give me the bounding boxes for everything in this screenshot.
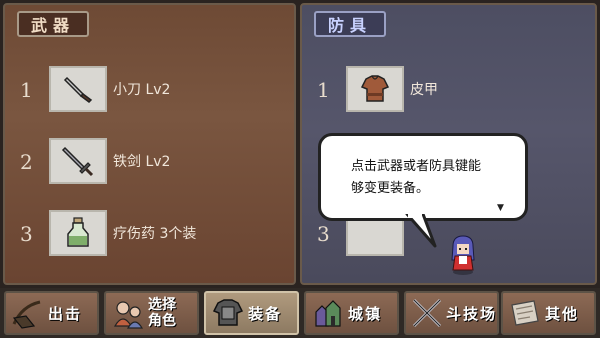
nav-attack-button[interactable]: 出击 — [4, 291, 99, 335]
sortie-icon — [8, 293, 48, 333]
crossed-swords-icon — [408, 293, 446, 333]
armor-tab[interactable]: 防具 — [314, 11, 387, 37]
nav-label: 其他 — [545, 304, 580, 323]
weapon-name: 小刀 Lv2 — [113, 82, 171, 98]
potion-icon — [67, 217, 89, 247]
nav-label: 装备 — [248, 304, 283, 323]
nav-label-line-1: 选择 — [148, 297, 176, 313]
more-indicator-icon: ▼ — [497, 203, 504, 213]
nav-arena-button[interactable]: 斗技场 — [404, 291, 499, 335]
weapon-row-1[interactable]: 1 小刀 Lv2 — [5, 66, 294, 114]
weapon-slot-2[interactable] — [49, 138, 107, 184]
slot-number: 1 — [317, 78, 330, 102]
armor-row-1[interactable]: 1 皮甲 — [302, 66, 595, 114]
weapon-name: 铁剑 Lv2 — [113, 154, 171, 170]
dialog-line-2: 够变更装备。 — [351, 181, 430, 196]
character-sprite — [451, 235, 475, 275]
slot-number: 1 — [20, 78, 33, 102]
town-icon — [308, 293, 348, 333]
armor-name: 皮甲 — [410, 82, 438, 98]
nav-label: 斗技场 — [445, 304, 497, 323]
slot-number: 3 — [20, 222, 33, 246]
nav-label: 选择 角色 — [148, 297, 176, 329]
nav-label: 出击 — [48, 304, 83, 323]
leather-armor-icon — [360, 75, 390, 102]
armor-slot-1[interactable] — [346, 66, 404, 112]
nav-other-button[interactable]: 其他 — [501, 291, 596, 335]
sword-icon — [61, 146, 94, 177]
slot-number: 3 — [317, 222, 330, 246]
weapon-name: 疗伤药 3个装 — [113, 226, 197, 242]
weapon-slot-3[interactable] — [49, 210, 107, 256]
weapon-slot-1[interactable] — [49, 66, 107, 112]
dialog-line-1: 点击武器或者防具键能 — [351, 159, 482, 174]
nav-label: 城镇 — [348, 304, 383, 323]
slot-number: 2 — [20, 150, 33, 174]
dialog-text: 点击武器或者防具键能 够变更装备。 — [351, 156, 521, 200]
character-icon — [108, 293, 148, 333]
scroll-icon — [505, 293, 545, 333]
weapon-row-2[interactable]: 2 铁剑 Lv2 — [5, 138, 294, 186]
dialog-tail — [405, 214, 437, 248]
nav-equip-button[interactable]: 装备 — [204, 291, 299, 335]
knife-icon — [63, 76, 93, 103]
nav-select-character-button[interactable]: 选择 角色 — [104, 291, 199, 335]
weapon-panel: 武器 1 小刀 Lv2 2 铁剑 Lv2 3 疗伤药 3个装 — [3, 3, 296, 285]
weapon-tab[interactable]: 武器 — [17, 11, 90, 37]
nav-town-button[interactable]: 城镇 — [304, 291, 399, 335]
nav-label-line-2: 角色 — [148, 313, 176, 329]
armor-icon — [208, 293, 248, 333]
weapon-row-3[interactable]: 3 疗伤药 3个装 — [5, 210, 294, 258]
